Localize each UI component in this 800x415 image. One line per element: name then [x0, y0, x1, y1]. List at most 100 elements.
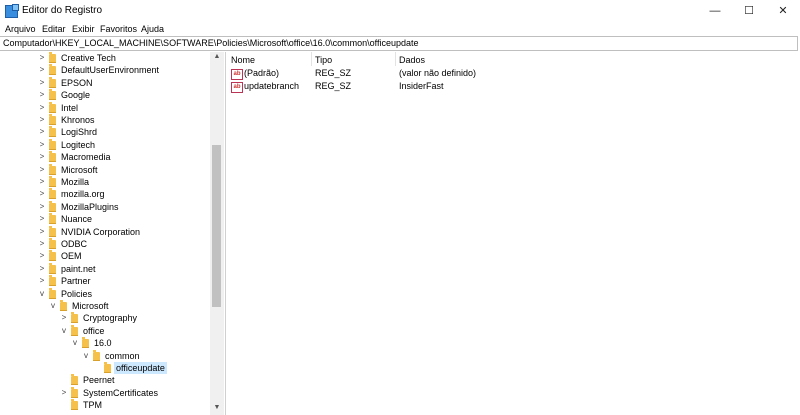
menu-favoritos[interactable]: Favoritos: [100, 24, 137, 34]
value-type: REG_SZ: [315, 68, 352, 78]
folder-icon: [93, 349, 100, 361]
tree-item[interactable]: v Microsoft: [0, 300, 210, 312]
tree-item[interactable]: v 16.0: [0, 337, 210, 349]
tree-item[interactable]: officeupdate: [0, 362, 210, 374]
tree-item[interactable]: > Creative Tech: [0, 52, 210, 64]
tree-item-label: LogiShrd: [61, 127, 98, 138]
tree-item-label: Macromedia: [61, 152, 111, 163]
folder-icon: [82, 337, 89, 349]
scroll-down-arrow-icon[interactable]: ▼: [210, 403, 224, 413]
tree-item-label: DefaultUserEnvironment: [61, 65, 160, 76]
chevron-right-icon[interactable]: >: [38, 89, 46, 101]
chevron-right-icon[interactable]: >: [38, 250, 46, 262]
registry-tree: > Creative Tech > DefaultUserEnvironment > EP…: [0, 52, 226, 415]
tree-item[interactable]: > MozillaPlugins: [0, 200, 210, 213]
chevron-right-icon[interactable]: >: [38, 226, 46, 238]
chevron-right-icon[interactable]: >: [38, 188, 46, 200]
chevron-down-icon[interactable]: v: [82, 350, 90, 362]
chevron-right-icon[interactable]: >: [38, 238, 46, 250]
tree-item-label: office: [83, 325, 105, 336]
tree-item[interactable]: > NVIDIA Corporation: [0, 225, 210, 238]
column-separator[interactable]: [395, 52, 396, 66]
tree-scrollbar[interactable]: ▲ ▼: [210, 52, 224, 415]
tree-item[interactable]: > Microsoft: [0, 163, 210, 176]
folder-icon: [49, 126, 56, 138]
chevron-right-icon[interactable]: >: [60, 312, 68, 324]
tree-item[interactable]: > Partner: [0, 275, 210, 287]
tree-item-label: Cryptography: [83, 313, 138, 324]
chevron-right-icon[interactable]: >: [38, 263, 46, 275]
chevron-down-icon[interactable]: v: [60, 325, 68, 337]
value-row[interactable]: ab updatebranch REG_SZ InsiderFast: [228, 80, 728, 93]
folder-icon: [71, 324, 78, 336]
value-name: (Padrão): [244, 68, 280, 78]
tree-item[interactable]: > Cryptography: [0, 312, 210, 324]
tree-item[interactable]: > DefaultUserEnvironment: [0, 64, 210, 76]
chevron-right-icon[interactable]: >: [38, 164, 46, 176]
tree-item[interactable]: > SystemCertificates: [0, 386, 210, 399]
tree-item[interactable]: > Intel: [0, 101, 210, 114]
folder-icon: [49, 138, 56, 150]
folder-icon: [49, 151, 56, 163]
values-pane: Nome Tipo Dados ab (Padrão) REG_SZ (valo…: [228, 52, 800, 415]
chevron-right-icon[interactable]: >: [60, 387, 68, 399]
chevron-right-icon[interactable]: >: [38, 201, 46, 213]
chevron-right-icon[interactable]: >: [38, 151, 46, 163]
tree-item[interactable]: v office: [0, 324, 210, 337]
tree-item[interactable]: > mozilla.org: [0, 188, 210, 200]
column-header-data[interactable]: Dados: [399, 55, 425, 65]
column-header-type[interactable]: Tipo: [315, 55, 332, 65]
address-bar[interactable]: Computador\HKEY_LOCAL_MACHINE\SOFTWARE\P…: [0, 36, 798, 51]
tree-item[interactable]: v common: [0, 349, 210, 362]
menu-ajuda[interactable]: Ajuda: [141, 24, 164, 34]
chevron-right-icon[interactable]: >: [38, 114, 46, 126]
folder-icon: [49, 213, 56, 225]
scroll-thumb[interactable]: [212, 145, 221, 307]
tree-item-label: Khronos: [61, 115, 95, 125]
chevron-right-icon[interactable]: >: [38, 52, 46, 64]
minimize-button[interactable]: —: [698, 0, 732, 22]
tree-item[interactable]: > Mozilla: [0, 176, 210, 188]
tree-item[interactable]: > OEM: [0, 250, 210, 262]
chevron-down-icon[interactable]: v: [71, 337, 79, 349]
folder-icon: [49, 52, 56, 63]
tree-item[interactable]: Peernet: [0, 374, 210, 386]
maximize-button[interactable]: ☐: [732, 0, 766, 22]
tree-item[interactable]: > EPSON: [0, 76, 210, 89]
tree-item[interactable]: TPM: [0, 399, 210, 411]
chevron-down-icon[interactable]: v: [49, 300, 57, 312]
chevron-right-icon[interactable]: >: [38, 64, 46, 76]
tree-item[interactable]: > Logitech: [0, 138, 210, 151]
tree-item[interactable]: > paint.net: [0, 262, 210, 275]
folder-icon: [49, 101, 56, 113]
tree-item[interactable]: > LogiShrd: [0, 126, 210, 138]
tree-item[interactable]: v Policies: [0, 287, 210, 300]
value-row[interactable]: ab (Padrão) REG_SZ (valor não definido): [228, 67, 728, 80]
chevron-right-icon[interactable]: >: [38, 213, 46, 225]
tree-item-label: Policies: [61, 288, 93, 299]
chevron-right-icon[interactable]: >: [38, 126, 46, 138]
close-button[interactable]: ✕: [766, 0, 800, 22]
tree-item-label: Creative Tech: [61, 53, 116, 63]
window-title: Editor do Registro: [22, 5, 103, 16]
scroll-up-arrow-icon[interactable]: ▲: [210, 52, 224, 62]
tree-item[interactable]: > Khronos: [0, 114, 210, 126]
folder-icon: [104, 362, 111, 373]
menu-exibir[interactable]: Exibir: [72, 24, 95, 34]
menu-arquivo[interactable]: Arquivo: [5, 24, 36, 34]
column-header-name[interactable]: Nome: [231, 55, 255, 65]
tree-item[interactable]: > Macromedia: [0, 151, 210, 163]
column-separator[interactable]: [311, 52, 312, 66]
chevron-right-icon[interactable]: >: [38, 102, 46, 114]
chevron-right-icon[interactable]: >: [38, 77, 46, 89]
chevron-down-icon[interactable]: v: [38, 288, 46, 300]
value-data: InsiderFast: [399, 81, 444, 91]
tree-item[interactable]: > ODBC: [0, 238, 210, 250]
tree-item[interactable]: > Google: [0, 89, 210, 101]
menu-editar[interactable]: Editar: [42, 24, 66, 34]
chevron-right-icon[interactable]: >: [38, 176, 46, 188]
chevron-right-icon[interactable]: >: [38, 275, 46, 287]
folder-icon: [49, 275, 56, 287]
tree-item[interactable]: > Nuance: [0, 213, 210, 225]
chevron-right-icon[interactable]: >: [38, 139, 46, 151]
